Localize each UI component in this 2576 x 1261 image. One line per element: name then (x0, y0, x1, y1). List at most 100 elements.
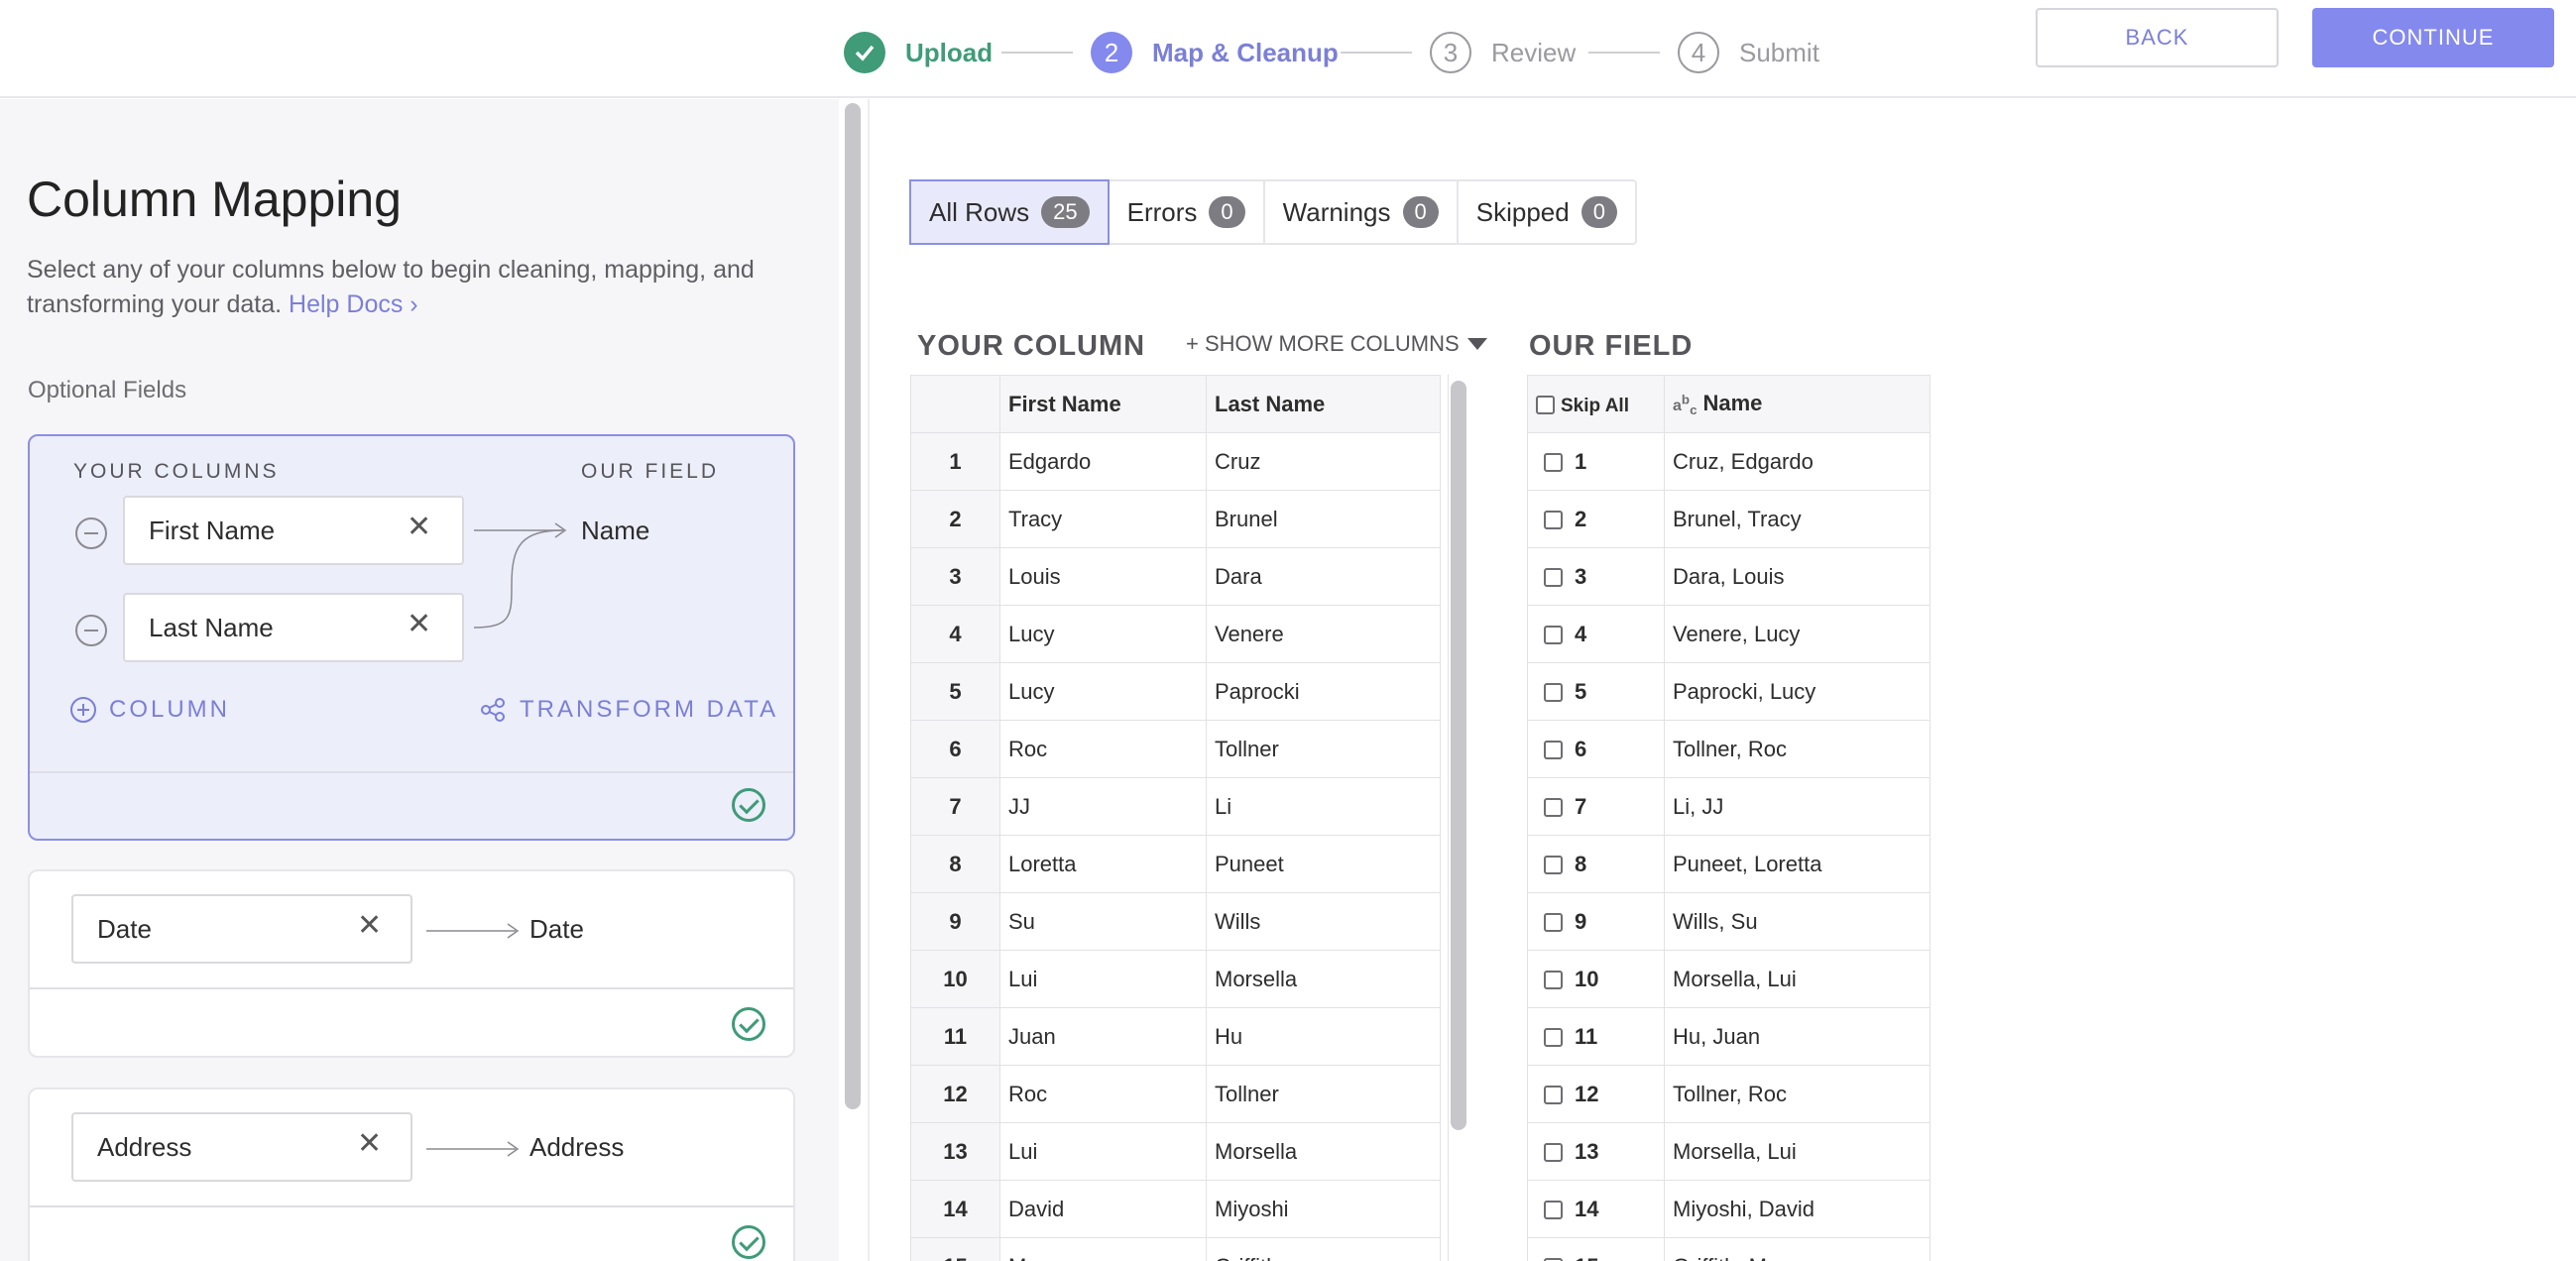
skip-cell[interactable]: 12 (1527, 1065, 1665, 1123)
first-name-cell[interactable]: Su (999, 892, 1207, 951)
table-row[interactable]: 1 Edgardo Cruz (910, 432, 1441, 491)
skip-all-header[interactable]: Skip All (1527, 375, 1665, 433)
skip-all-checkbox[interactable] (1536, 396, 1555, 415)
name-cell[interactable]: Li, JJ (1664, 777, 1931, 836)
clear-column-icon[interactable]: ✕ (407, 607, 431, 641)
table-row[interactable]: 2 Tracy Brunel (910, 490, 1441, 548)
skip-row-checkbox[interactable] (1544, 511, 1563, 530)
table-row[interactable]: 3 Louis Dara (910, 547, 1441, 606)
name-mapping-card[interactable]: YOUR COLUMNS OUR FIELD First Name ✕ Last… (28, 434, 795, 841)
remove-column-icon[interactable] (75, 615, 107, 646)
name-cell[interactable]: Brunel, Tracy (1664, 490, 1931, 548)
tab-skipped[interactable]: Skipped 0 (1459, 181, 1635, 243)
name-cell[interactable]: Paprocki, Lucy (1664, 662, 1931, 721)
last-name-cell[interactable]: Tollner (1206, 1065, 1441, 1123)
first-name-cell[interactable]: Lui (999, 950, 1207, 1008)
transform-data-button[interactable]: TRANSFORM DATA (480, 696, 778, 724)
last-name-cell[interactable]: Venere (1206, 605, 1441, 663)
first-name-cell[interactable]: Juan (999, 1007, 1207, 1066)
step-submit[interactable]: 4 Submit (1678, 30, 1819, 75)
first-name-cell[interactable]: JJ (999, 777, 1207, 836)
skip-cell[interactable]: 9 (1527, 892, 1665, 951)
name-cell[interactable]: Miyoshi, David (1664, 1180, 1931, 1238)
table-row[interactable]: 9 Wills, Su (1527, 892, 1931, 951)
first-name-cell[interactable]: Roc (999, 1065, 1207, 1123)
name-cell[interactable]: Morsella, Lui (1664, 1122, 1931, 1181)
name-cell[interactable]: Hu, Juan (1664, 1007, 1931, 1066)
skip-cell[interactable]: 10 (1527, 950, 1665, 1008)
last-name-cell[interactable]: Wills (1206, 892, 1441, 951)
first-name-cell[interactable]: Tracy (999, 490, 1207, 548)
table-row[interactable]: 7 JJ Li (910, 777, 1441, 836)
table-row[interactable]: 15MargeGriffith (910, 1237, 1441, 1261)
skip-cell[interactable]: 1 (1527, 432, 1665, 491)
table-row[interactable]: 7 Li, JJ (1527, 777, 1931, 836)
skip-cell[interactable]: 2 (1527, 490, 1665, 548)
table-row[interactable]: 1 Cruz, Edgardo (1527, 432, 1931, 491)
table-row[interactable]: 3 Dara, Louis (1527, 547, 1931, 606)
first-name-cell[interactable]: Lucy (999, 662, 1207, 721)
skip-cell[interactable]: 11 (1527, 1007, 1665, 1066)
skip-cell[interactable]: 6 (1527, 720, 1665, 778)
clear-column-icon[interactable]: ✕ (357, 908, 382, 943)
step-upload[interactable]: Upload (844, 30, 993, 75)
table-row[interactable]: 9 Su Wills (910, 892, 1441, 951)
table-row[interactable]: 15 Griffith, Marge (1527, 1237, 1931, 1261)
remove-column-icon[interactable] (75, 517, 107, 549)
left-scrollbar[interactable] (845, 103, 861, 1109)
skip-row-checkbox[interactable] (1544, 1028, 1563, 1048)
table-row[interactable]: 5 Paprocki, Lucy (1527, 662, 1931, 721)
skip-row-checkbox[interactable] (1544, 913, 1563, 933)
table-row[interactable]: 2 Brunel, Tracy (1527, 490, 1931, 548)
skip-row-checkbox[interactable] (1544, 856, 1563, 875)
last-name-cell[interactable]: Morsella (1206, 1122, 1441, 1181)
name-cell[interactable]: Tollner, Roc (1664, 1065, 1931, 1123)
tab-errors[interactable]: Errors 0 (1110, 181, 1265, 243)
name-cell[interactable]: Cruz, Edgardo (1664, 432, 1931, 491)
table-row[interactable]: 4 Lucy Venere (910, 605, 1441, 663)
skip-cell[interactable]: 14 (1527, 1180, 1665, 1238)
last-name-cell[interactable]: Dara (1206, 547, 1441, 606)
skip-row-checkbox[interactable] (1544, 626, 1563, 645)
last-name-cell[interactable]: Hu (1206, 1007, 1441, 1066)
last-name-cell[interactable]: Morsella (1206, 950, 1441, 1008)
tab-warnings[interactable]: Warnings 0 (1265, 181, 1459, 243)
tab-all-rows[interactable]: All Rows 25 (909, 179, 1110, 245)
step-map-cleanup[interactable]: 2 Map & Cleanup (1091, 30, 1339, 75)
last-name-cell[interactable]: Cruz (1206, 432, 1441, 491)
table-row[interactable]: 6 Tollner, Roc (1527, 720, 1931, 778)
last-name-cell[interactable]: Griffith (1206, 1237, 1441, 1261)
table-row[interactable]: 11 Juan Hu (910, 1007, 1441, 1066)
first-name-cell[interactable]: Roc (999, 720, 1207, 778)
back-button[interactable]: BACK (2036, 8, 2279, 67)
name-cell[interactable]: Dara, Louis (1664, 547, 1931, 606)
show-more-columns-button[interactable]: + SHOW MORE COLUMNS (1186, 331, 1487, 357)
first-name-cell[interactable]: Loretta (999, 835, 1207, 893)
skip-row-checkbox[interactable] (1544, 1143, 1563, 1163)
skip-cell[interactable]: 7 (1527, 777, 1665, 836)
skip-row-checkbox[interactable] (1544, 798, 1563, 818)
skip-cell[interactable]: 3 (1527, 547, 1665, 606)
skip-cell[interactable]: 5 (1527, 662, 1665, 721)
skip-row-checkbox[interactable] (1544, 1086, 1563, 1105)
skip-row-checkbox[interactable] (1544, 741, 1563, 760)
skip-row-checkbox[interactable] (1544, 971, 1563, 990)
first-name-cell[interactable]: Marge (999, 1237, 1207, 1261)
table-row[interactable]: 8 Puneet, Loretta (1527, 835, 1931, 893)
name-field-header[interactable]: abc Name (1664, 375, 1931, 433)
add-column-button[interactable]: COLUMN (69, 696, 230, 724)
table-row[interactable]: 8 Loretta Puneet (910, 835, 1441, 893)
first-name-cell[interactable]: Louis (999, 547, 1207, 606)
table-row[interactable]: 4 Venere, Lucy (1527, 605, 1931, 663)
column-header[interactable]: First Name (999, 375, 1207, 433)
first-name-cell[interactable]: Lui (999, 1122, 1207, 1181)
first-name-cell[interactable]: Lucy (999, 605, 1207, 663)
name-cell[interactable]: Venere, Lucy (1664, 605, 1931, 663)
name-cell[interactable]: Puneet, Loretta (1664, 835, 1931, 893)
first-name-cell[interactable]: Edgardo (999, 432, 1207, 491)
name-cell[interactable]: Tollner, Roc (1664, 720, 1931, 778)
table-row[interactable]: 5 Lucy Paprocki (910, 662, 1441, 721)
table-row[interactable]: 14 Miyoshi, David (1527, 1180, 1931, 1238)
skip-row-checkbox[interactable] (1544, 1201, 1563, 1220)
clear-column-icon[interactable]: ✕ (357, 1126, 382, 1161)
